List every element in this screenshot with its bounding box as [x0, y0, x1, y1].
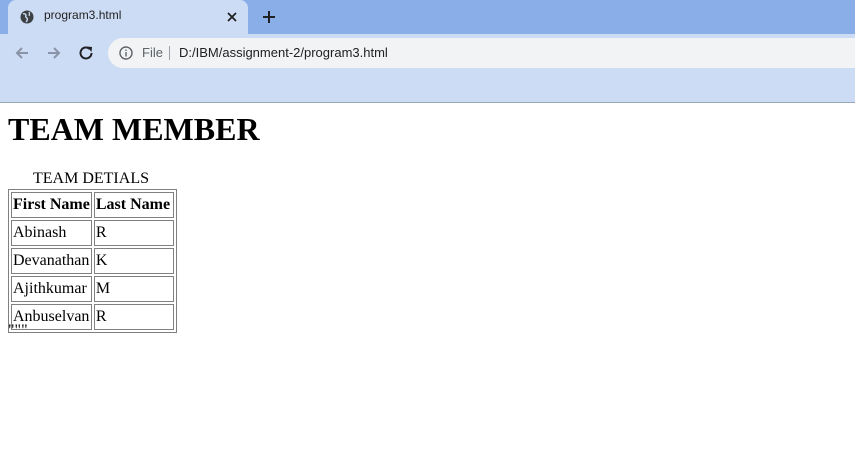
url-text[interactable]: D:/IBM/assignment-2/program3.html: [179, 45, 388, 60]
column-header-last-name: Last Name: [93, 192, 174, 218]
first-name-cell: Devanathan: [11, 248, 92, 274]
table-caption: TEAM DETIALS: [33, 170, 149, 187]
globe-icon: [20, 10, 34, 24]
address-separator: [169, 46, 170, 60]
last-name-cell: R: [93, 304, 174, 330]
tab-strip: program3.html: [0, 0, 855, 34]
trailing-text: """: [8, 322, 28, 339]
first-name-cell: Ajithkumar: [11, 276, 92, 302]
page-content: TEAM MEMBER TEAM DETIALS First Name Last…: [0, 103, 855, 454]
close-icon[interactable]: [224, 9, 240, 25]
reload-icon[interactable]: [76, 43, 96, 63]
address-bar[interactable]: File D:/IBM/assignment-2/program3.html: [108, 38, 855, 68]
last-name-cell: R: [93, 220, 174, 246]
back-icon[interactable]: [12, 43, 32, 63]
table-header-row: First Name Last Name: [11, 192, 174, 218]
tab-title: program3.html: [44, 8, 122, 22]
first-name-cell: Abinash: [11, 220, 92, 246]
table-row: Ajithkumar M: [11, 276, 174, 302]
table-row: Anbuselvan R: [11, 304, 174, 330]
toolbar: File D:/IBM/assignment-2/program3.html: [0, 34, 855, 72]
table-row: Devanathan K: [11, 248, 174, 274]
info-icon[interactable]: [119, 46, 133, 60]
active-tab[interactable]: program3.html: [8, 0, 248, 34]
column-header-first-name: First Name: [11, 192, 92, 218]
last-name-cell: K: [93, 248, 174, 274]
browser-chrome: program3.html File D:/IBM/assignment-2/p…: [0, 0, 855, 102]
new-tab-icon[interactable]: [260, 8, 278, 26]
team-table: First Name Last Name Abinash R Devanatha…: [8, 189, 177, 333]
scheme-label: File: [142, 45, 163, 60]
page-heading: TEAM MEMBER: [8, 111, 260, 147]
last-name-cell: M: [93, 276, 174, 302]
forward-icon[interactable]: [44, 43, 64, 63]
table-row: Abinash R: [11, 220, 174, 246]
